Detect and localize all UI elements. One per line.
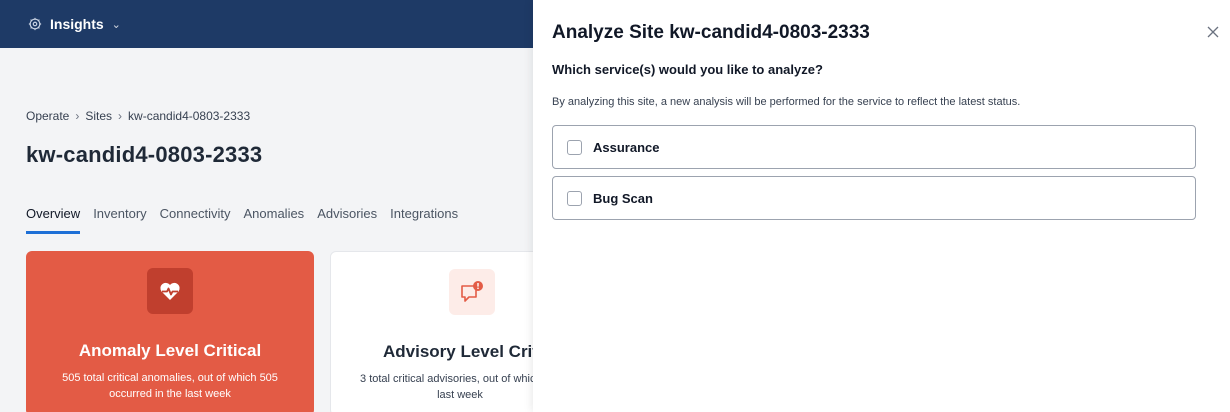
chevron-down-icon: ⌄ [111, 18, 121, 31]
panel-subtitle: Which service(s) would you like to analy… [552, 62, 823, 77]
app-name: Insights [50, 16, 104, 32]
breadcrumb-sites[interactable]: Sites [85, 109, 112, 123]
anomaly-card-description: 505 total critical anomalies, out of whi… [62, 372, 278, 400]
anomaly-card-title: Anomaly Level Critical [78, 341, 262, 360]
option-bug-scan[interactable]: Bug Scan [552, 176, 1196, 220]
breadcrumb-separator: › [118, 109, 123, 123]
option-label-assurance: Assurance [593, 139, 660, 155]
breadcrumb: Operate › Sites › kw-candid4-0803-2333 [26, 109, 250, 123]
tab-bar: Overview Inventory Connectivity Anomalie… [26, 206, 471, 234]
option-label-bug-scan: Bug Scan [593, 190, 653, 206]
analyze-site-panel: Analyze Site kw-candid4-0803-2333 Which … [533, 0, 1230, 412]
tab-connectivity[interactable]: Connectivity [160, 206, 231, 234]
panel-description: By analyzing this site, a new analysis w… [552, 96, 1021, 108]
tab-overview[interactable]: Overview [26, 206, 81, 234]
page-title: kw-candid4-0803-2333 [26, 142, 263, 167]
anomaly-icon-box [147, 268, 193, 314]
tab-anomalies[interactable]: Anomalies [243, 206, 304, 234]
breadcrumb-current-site: kw-candid4-0803-2333 [128, 109, 251, 123]
breadcrumb-operate[interactable]: Operate [26, 109, 69, 123]
breadcrumb-separator: › [75, 109, 80, 123]
app-switcher[interactable]: Insights ⌄ [28, 16, 121, 32]
close-icon[interactable] [1205, 24, 1221, 40]
tab-advisories[interactable]: Advisories [317, 206, 377, 234]
advisory-icon-box [449, 269, 495, 315]
panel-title: Analyze Site kw-candid4-0803-2333 [552, 22, 870, 43]
option-assurance[interactable]: Assurance [552, 125, 1196, 169]
bug-scan-checkbox[interactable] [567, 190, 582, 206]
tab-inventory[interactable]: Inventory [93, 206, 146, 234]
assurance-checkbox[interactable] [567, 139, 582, 155]
pulse-icon [160, 282, 180, 300]
tab-integrations[interactable]: Integrations [390, 206, 458, 234]
chat-alert-icon [461, 281, 483, 302]
anomaly-level-card[interactable]: Anomaly Level Critical 505 total critica… [26, 251, 314, 412]
gear-icon [28, 17, 42, 31]
